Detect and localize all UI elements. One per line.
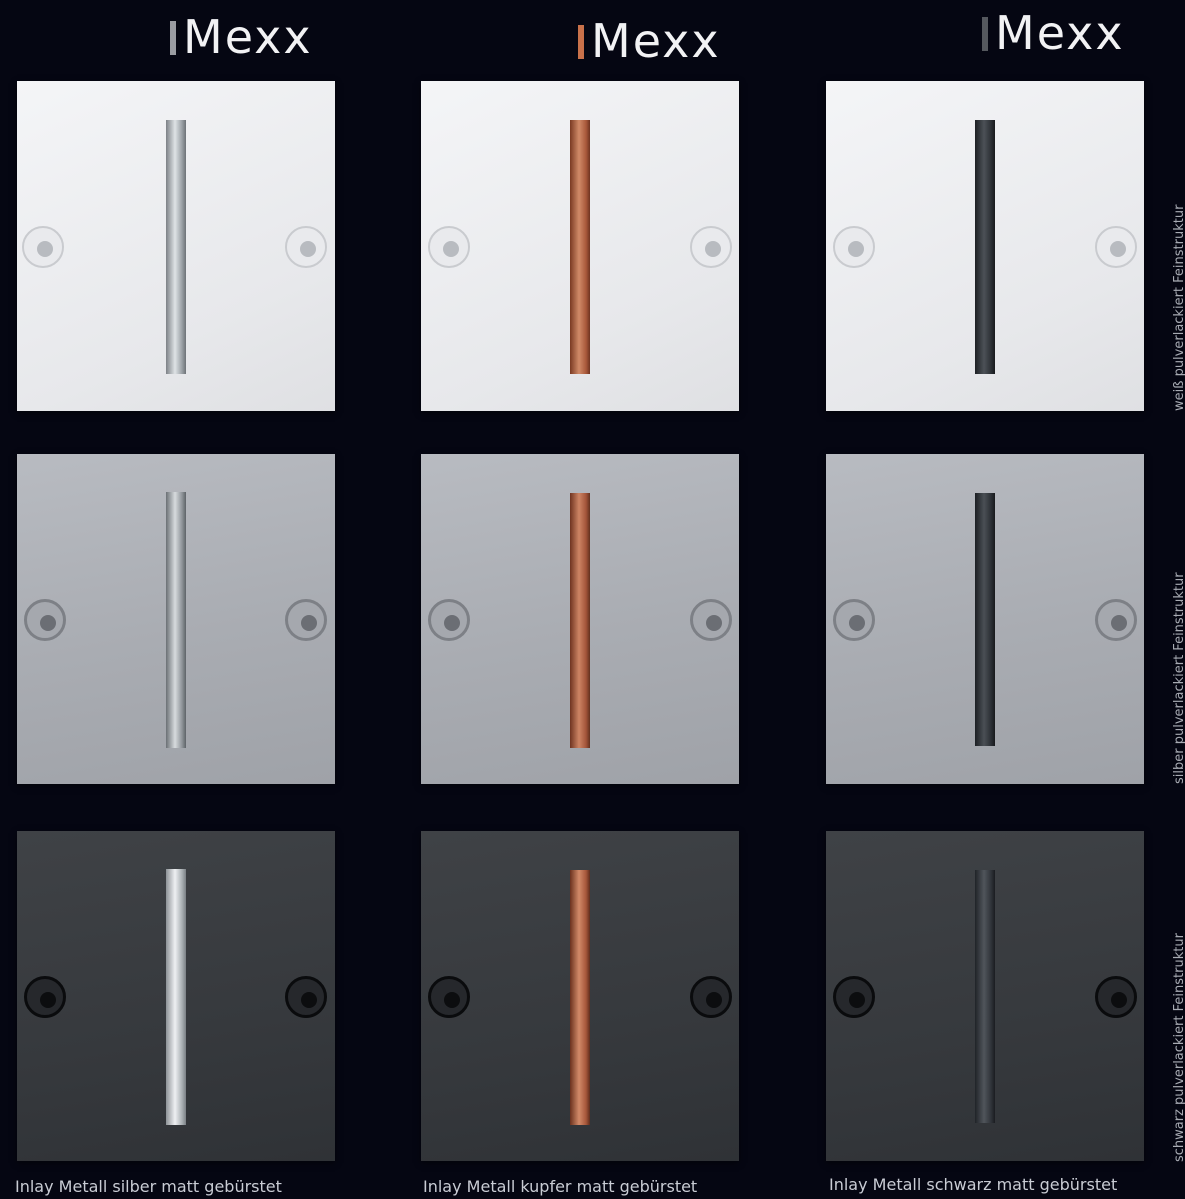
screw-icon [1095,976,1137,1018]
caption-black: Inlay Metall schwarz matt gebürstet [829,1175,1118,1194]
caption-silver: Inlay Metall silber matt gebürstet [15,1177,282,1196]
inlay-silver [166,869,186,1125]
tile-white-copper [421,81,739,411]
screw-icon [428,976,470,1018]
inlay-copper [570,493,590,748]
tile-white-silver [17,81,335,411]
tile-silver-black [826,454,1144,784]
screw-icon [690,599,732,641]
screw-icon [690,976,732,1018]
screw-icon [833,976,875,1018]
screw-icon [22,226,64,268]
screw-icon [285,599,327,641]
screw-icon [285,226,327,268]
row-label-silver: silber pulverlackiert Feinstruktur [1172,572,1185,784]
inlay-black [975,120,995,374]
screw-icon [24,599,66,641]
caption-copper: Inlay Metall kupfer matt gebürstet [423,1177,698,1196]
logo-bar-copper [578,25,584,59]
tile-silver-copper [421,454,739,784]
inlay-black [975,870,995,1123]
inlay-copper [570,120,590,374]
brand-logo-black: Mexx [982,6,1125,60]
screw-icon [428,599,470,641]
row-label-white: weiß pulverlackiert Feinstruktur [1172,204,1185,411]
tile-black-black [826,831,1144,1161]
screw-icon [1095,226,1137,268]
row-label-black: schwarz pulverlackiert Feinstruktur [1172,933,1185,1162]
tile-silver-silver [17,454,335,784]
inlay-silver [166,120,186,374]
logo-bar-silver [170,21,176,55]
inlay-copper [570,870,590,1125]
brand-name: Mexx [995,6,1125,60]
brand-name: Mexx [183,10,313,64]
screw-icon [428,226,470,268]
screw-icon [285,976,327,1018]
tile-black-silver [17,831,335,1161]
brand-logo-copper: Mexx [578,14,721,68]
screw-icon [24,976,66,1018]
tile-white-black [826,81,1144,411]
inlay-black [975,493,995,746]
logo-bar-black [982,17,988,51]
screw-icon [833,599,875,641]
screw-icon [1095,599,1137,641]
inlay-silver [166,492,186,748]
brand-name: Mexx [591,14,721,68]
screw-icon [690,226,732,268]
brand-logo-silver: Mexx [170,10,313,64]
screw-icon [833,226,875,268]
tile-black-copper [421,831,739,1161]
